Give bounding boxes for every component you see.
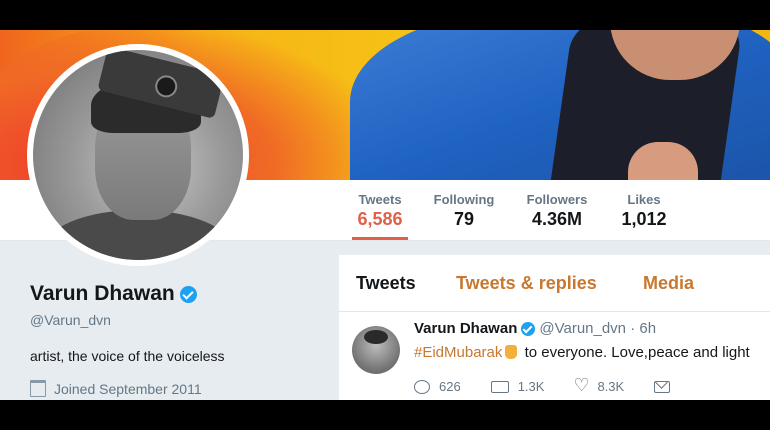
- tweet-actions: 626 1.3K 8.3K: [414, 375, 709, 396]
- stat-label: Tweets: [358, 192, 402, 207]
- joined-text: Joined September 2011: [54, 380, 202, 397]
- stat-following[interactable]: Following 79: [433, 180, 495, 240]
- tweet-item[interactable]: Varun Dhawan @Varun_dvn · 6h #EidMubarak…: [339, 312, 770, 400]
- direct-message-icon: [654, 380, 671, 393]
- reply-button[interactable]: 626: [414, 379, 461, 394]
- avatar[interactable]: [33, 50, 243, 260]
- like-button[interactable]: 8.3K: [573, 375, 625, 396]
- joined-date: Joined September 2011: [30, 380, 320, 397]
- stat-label: Followers: [526, 192, 588, 207]
- timeline-tabs: Tweets Tweets & replies Media: [339, 255, 770, 312]
- stat-followers[interactable]: Followers 4.36M: [524, 180, 590, 240]
- verified-badge-icon: [179, 285, 197, 303]
- retweet-count: 1.3K: [517, 379, 545, 394]
- tweet-text: #EidMubarak to everyone. Love,peace and …: [414, 344, 750, 361]
- timeline: Tweets Tweets & replies Media Varun Dhaw…: [339, 255, 770, 400]
- tweet-avatar[interactable]: [352, 326, 400, 374]
- retweet-icon: [490, 380, 509, 393]
- profile-handle[interactable]: @Varun_dvn: [30, 312, 320, 328]
- stat-value: 6,586: [357, 209, 403, 229]
- retweet-button[interactable]: 1.3K: [490, 379, 545, 394]
- tab-media[interactable]: Media: [643, 273, 694, 294]
- like-count: 8.3K: [597, 379, 625, 394]
- direct-message-button[interactable]: [654, 379, 679, 394]
- calendar-icon: [30, 380, 46, 397]
- stat-value: 1,012: [621, 209, 667, 229]
- tweet-body: to everyone. Love,peace and light: [524, 344, 750, 361]
- profile-name[interactable]: Varun Dhawan: [30, 282, 175, 306]
- tweet-timestamp[interactable]: 6h: [639, 320, 656, 337]
- verified-badge-icon: [521, 321, 536, 336]
- tweet-separator: ·: [626, 320, 640, 337]
- stat-tweets[interactable]: Tweets 6,586: [352, 180, 408, 240]
- emoji-icon: [505, 345, 518, 359]
- tweet-author-name[interactable]: Varun Dhawan: [414, 320, 517, 337]
- hashtag-link[interactable]: #EidMubarak: [414, 344, 502, 361]
- profile-bio: artist, the voice of the voiceless: [30, 348, 225, 364]
- reply-count: 626: [439, 379, 461, 394]
- stat-label: Following: [433, 192, 495, 207]
- reply-icon: [414, 379, 430, 394]
- tab-tweets-replies[interactable]: Tweets & replies: [456, 273, 597, 294]
- stat-likes[interactable]: Likes 1,012: [617, 180, 671, 240]
- stat-label: Likes: [627, 192, 661, 207]
- like-icon: [573, 375, 589, 396]
- profile-card: Varun Dhawan @Varun_dvn artist, the voic…: [30, 282, 320, 397]
- stat-value: 4.36M: [531, 209, 583, 229]
- tweet-author-handle[interactable]: @Varun_dvn: [539, 320, 626, 337]
- tweet-header: Varun Dhawan @Varun_dvn · 6h: [414, 320, 656, 337]
- tab-tweets[interactable]: Tweets: [356, 273, 416, 294]
- stat-value: 79: [453, 209, 475, 229]
- profile-page: Tweets 6,586 Following 79 Followers 4.36…: [0, 30, 770, 400]
